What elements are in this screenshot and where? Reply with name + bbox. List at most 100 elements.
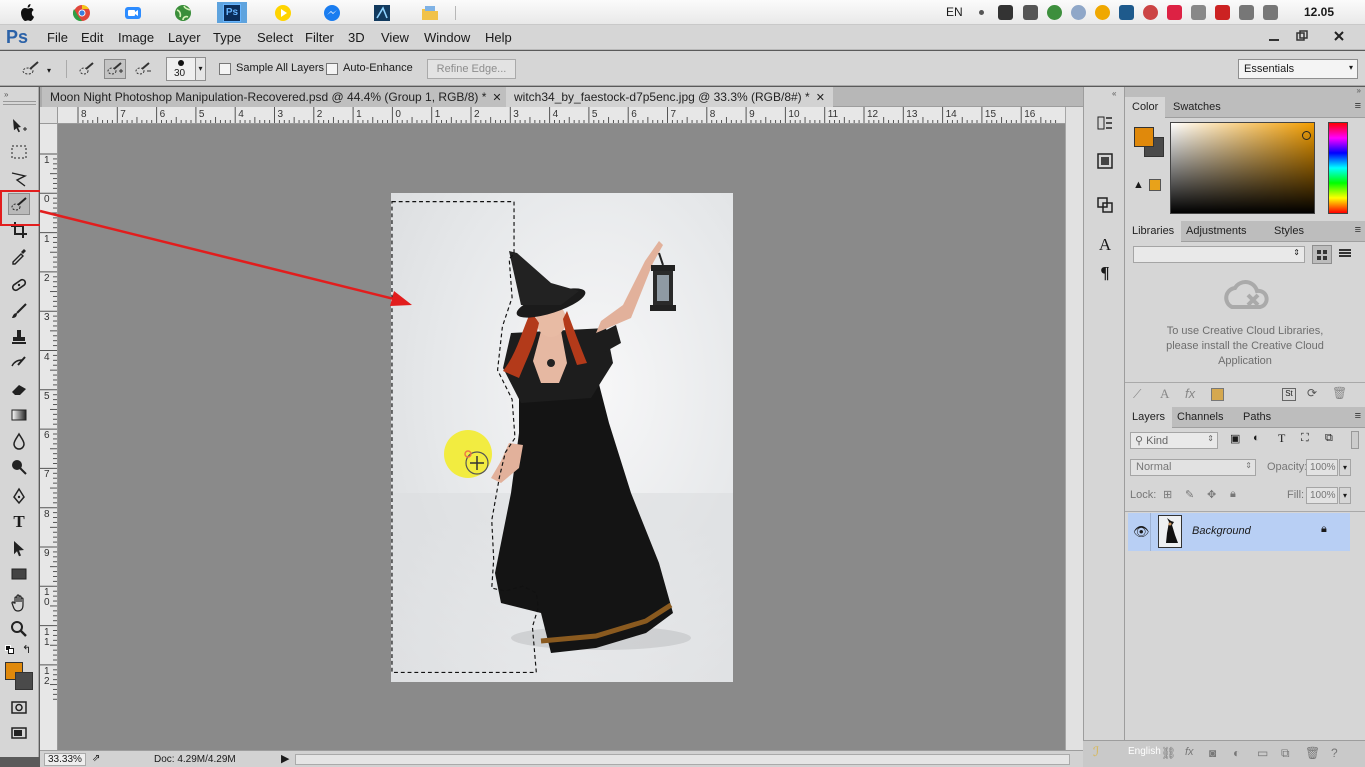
trash-icon[interactable]: 🗑 [1305,746,1320,760]
link-layers-icon[interactable]: ⛓ [1161,746,1176,760]
list-view-icon[interactable] [1336,245,1356,264]
tray-cloud-icon[interactable] [1071,5,1086,20]
chevron-down-icon[interactable]: ▾ [47,66,51,75]
lock-image-icon[interactable]: ✎ [1185,488,1194,501]
tray-update-icon[interactable] [1095,5,1110,20]
filter-type-icon[interactable]: T [1278,431,1285,446]
tab-layers[interactable]: Layers [1125,407,1173,428]
folder-icon[interactable] [415,2,445,23]
menu-image[interactable]: Image [118,30,154,45]
add-graphic-icon[interactable]: ⟋ [1133,387,1141,402]
rectangle-tool-icon[interactable] [8,563,30,585]
visibility-eye-icon[interactable]: 👁︎ [1133,524,1150,540]
default-colors-icon[interactable] [5,645,15,654]
lock-transparent-icon[interactable]: ⊞ [1163,488,1172,501]
add-to-selection-button[interactable] [104,59,126,79]
eraser-tool-icon[interactable] [8,378,30,400]
new-layer-icon[interactable]: ⧉ [1281,746,1290,761]
screen-mode-icon[interactable] [8,722,30,744]
zoom-field[interactable]: 33.33% [44,753,86,766]
path-selection-tool-icon[interactable] [8,537,30,559]
menu-type[interactable]: Type [213,30,241,45]
menu-edit[interactable]: Edit [81,30,103,45]
gamut-warning-icon[interactable]: ▲ [1133,179,1144,191]
tray-display-icon[interactable] [1191,5,1206,20]
brush-tool-icon[interactable] [8,300,30,322]
filter-shape-icon[interactable]: ⛶ [1301,432,1309,445]
sample-all-layers-checkbox[interactable] [219,63,231,75]
tray-language[interactable]: English [1128,746,1161,757]
foreground-color-swatch[interactable] [1134,127,1154,147]
filter-pixel-icon[interactable]: ▣ [1230,432,1240,445]
close-icon[interactable]: ✕ [816,92,825,104]
layer-row-background[interactable]: 👁︎ Background 🔒︎ [1128,513,1350,551]
menu-file[interactable]: File [47,30,68,45]
tab-color[interactable]: Color [1125,97,1166,118]
subtract-from-selection-button[interactable] [132,59,154,79]
eyedropper-tool-icon[interactable] [8,245,30,267]
filter-toggle[interactable] [1351,431,1359,449]
lasso-tool-icon[interactable] [8,167,30,189]
tray-network-icon[interactable] [1215,5,1230,20]
tray-globe-icon[interactable] [1047,5,1062,20]
collapse-arrows-icon[interactable]: « [1112,89,1116,98]
panel-grip[interactable] [3,101,36,105]
status-menu-arrow-icon[interactable]: ▶ [281,752,289,765]
brush-size-picker[interactable]: 30 [166,57,198,81]
tray-shield-icon[interactable] [1167,5,1182,20]
pen-tool-icon[interactable] [8,485,30,507]
vertical-scrollbar[interactable] [1065,107,1083,750]
gamut-color-swatch[interactable] [1149,179,1161,191]
dodge-tool-icon[interactable] [8,456,30,478]
tray-alarm-icon[interactable] [1143,5,1158,20]
type-tool-icon[interactable]: T [8,511,30,533]
tab-swatches[interactable]: Swatches [1166,97,1228,118]
paragraph-panel-icon[interactable]: ¶ [1095,263,1115,283]
tab-channels[interactable]: Channels [1170,407,1230,428]
sync-icon[interactable]: ⟳ [1307,386,1317,400]
quick-mask-icon[interactable] [8,696,30,718]
new-group-icon[interactable]: ▭ [1257,746,1268,760]
menu-view[interactable]: View [381,30,409,45]
help-icon[interactable]: ? [1331,746,1338,760]
close-icon[interactable] [1326,26,1352,46]
filter-adjustment-icon[interactable]: ◐ [1253,432,1260,444]
menu-select[interactable]: Select [257,30,293,45]
fill-dropdown[interactable]: ▾ [1339,487,1351,504]
move-tool-icon[interactable] [8,115,30,137]
menu-window[interactable]: Window [424,30,470,45]
panel-menu-icon[interactable]: ≡ [1355,224,1361,236]
mask-icon[interactable]: ◙ [1209,746,1216,760]
tab-libraries[interactable]: Libraries [1125,221,1182,242]
add-layer-style-icon[interactable]: fx [1185,386,1195,401]
panel-grip[interactable]: » [1125,86,1365,97]
opacity-dropdown[interactable]: ▾ [1339,459,1351,476]
panel-menu-icon[interactable]: ≡ [1355,410,1361,422]
photoshop-icon[interactable]: Ps [217,2,247,23]
tray-app-icon[interactable]: ℐ [1093,744,1099,760]
tray-app-icon[interactable] [1119,5,1134,20]
properties-panel-icon[interactable] [1095,151,1115,171]
color-field[interactable] [1170,122,1315,214]
ruler-origin[interactable] [40,107,58,124]
fx-icon[interactable]: fx [1185,746,1194,758]
refine-edge-button[interactable]: Refine Edge... [427,59,516,79]
history-panel-icon[interactable] [1095,113,1115,133]
messenger-icon[interactable] [317,2,347,23]
tray-antivirus-icon[interactable] [998,5,1013,20]
panel-menu-icon[interactable]: ≡ [1355,100,1361,112]
tool-preset-picker[interactable] [20,59,42,79]
marquee-tool-icon[interactable] [8,141,30,163]
opacity-field[interactable]: 100% [1306,459,1338,476]
lock-all-icon[interactable]: 🔒︎ [1230,488,1236,501]
tray-wifi-icon[interactable] [1239,5,1254,20]
collapse-arrows-icon[interactable]: » [1357,86,1361,95]
fill-field[interactable]: 100% [1306,487,1338,504]
export-icon[interactable]: ⇗ [92,753,100,764]
tray-volume-icon[interactable] [1263,5,1278,20]
collapse-arrows-icon[interactable]: » [4,90,8,99]
tab-paths[interactable]: Paths [1236,407,1278,428]
add-color-swatch[interactable] [1211,388,1224,401]
zoom-icon[interactable] [118,2,148,23]
menu-layer[interactable]: Layer [168,30,201,45]
